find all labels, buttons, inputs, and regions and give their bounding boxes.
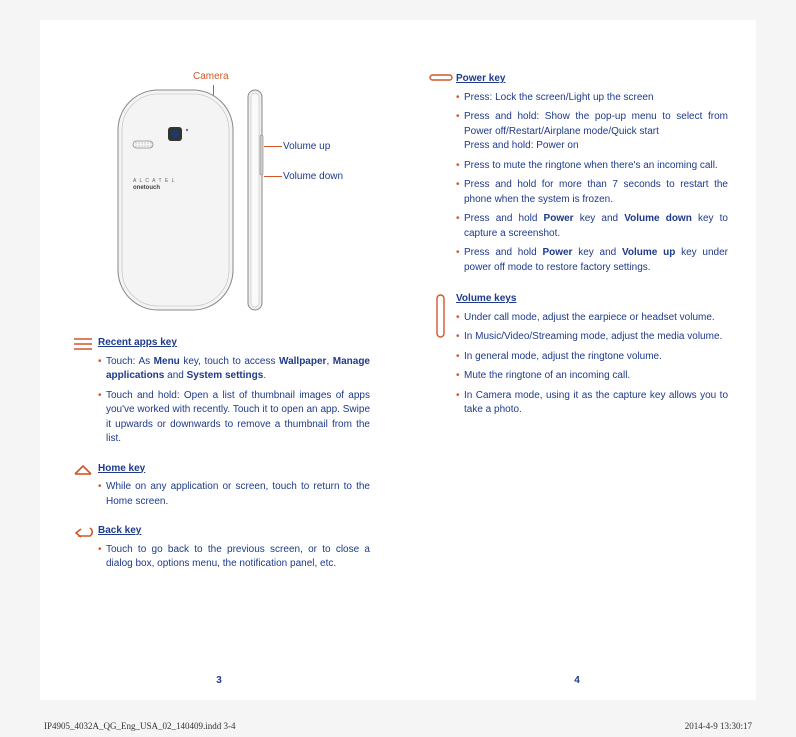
section-recent-apps: Recent apps key Touch: As Menu key, touc… xyxy=(68,336,370,452)
power-button-icon xyxy=(426,72,456,280)
phone-diagram: Camera Volume up Volume down xyxy=(68,60,370,320)
footer-file: IP4905_4032A_QG_Eng_USA_02_140409.indd 3… xyxy=(44,721,236,731)
back-bullet-1: Touch to go back to the previous screen,… xyxy=(98,543,370,572)
volume-keys-title: Volume keys xyxy=(456,292,728,307)
page-4: Power key Press: Lock the screen/Light u… xyxy=(398,20,756,700)
volume-up-label: Volume up xyxy=(283,140,330,155)
back-icon xyxy=(68,524,98,577)
brand-text-2: onetouch xyxy=(133,185,160,191)
menu-icon xyxy=(68,336,98,452)
phone-illustration: A L C A T E L onetouch xyxy=(108,85,268,320)
home-bullet-1: While on any application or screen, touc… xyxy=(98,480,370,509)
volume-bullet-1: Under call mode, adjust the earpiece or … xyxy=(456,311,728,326)
recent-apps-title: Recent apps key xyxy=(98,336,370,351)
home-icon xyxy=(68,462,98,515)
page-spread: Camera Volume up Volume down xyxy=(40,20,756,700)
volume-bullet-4: Mute the ringtone of an incoming call. xyxy=(456,369,728,384)
power-bullet-4: Press and hold for more than 7 seconds t… xyxy=(456,178,728,207)
page-number-right: 4 xyxy=(398,674,756,689)
recent-bullet-2: Touch and hold: Open a list of thumbnail… xyxy=(98,389,370,447)
section-back-key: Back key Touch to go back to the previou… xyxy=(68,524,370,577)
camera-label: Camera xyxy=(193,70,229,85)
page-3: Camera Volume up Volume down xyxy=(40,20,398,700)
section-home-key: Home key While on any application or scr… xyxy=(68,462,370,515)
section-volume-keys: Volume keys Under call mode, adjust the … xyxy=(426,292,728,423)
volume-bullet-5: In Camera mode, using it as the capture … xyxy=(456,389,728,418)
section-power-key: Power key Press: Lock the screen/Light u… xyxy=(426,72,728,280)
power-key-title: Power key xyxy=(456,72,728,87)
brand-text-1: A L C A T E L xyxy=(133,178,175,184)
volume-bullet-3: In general mode, adjust the ringtone vol… xyxy=(456,350,728,365)
volume-down-label: Volume down xyxy=(283,170,343,185)
recent-bullet-1: Touch: As Menu key, touch to access Wall… xyxy=(98,355,370,384)
power-bullet-2: Press and hold: Show the pop-up menu to … xyxy=(456,110,728,154)
footer-date: 2014-4-9 13:30:17 xyxy=(685,721,752,731)
back-key-title: Back key xyxy=(98,524,370,539)
power-bullet-5: Press and hold Power key and Volume down… xyxy=(456,212,728,241)
power-bullet-1: Press: Lock the screen/Light up the scre… xyxy=(456,91,728,106)
volume-rocker-icon xyxy=(426,292,456,423)
home-key-title: Home key xyxy=(98,462,370,477)
power-bullet-6: Press and hold Power key and Volume up k… xyxy=(456,246,728,275)
page-number-left: 3 xyxy=(40,674,398,689)
print-footer: IP4905_4032A_QG_Eng_USA_02_140409.indd 3… xyxy=(40,721,756,731)
power-bullet-3: Press to mute the ringtone when there's … xyxy=(456,159,728,174)
volume-bullet-2: In Music/Video/Streaming mode, adjust th… xyxy=(456,330,728,345)
